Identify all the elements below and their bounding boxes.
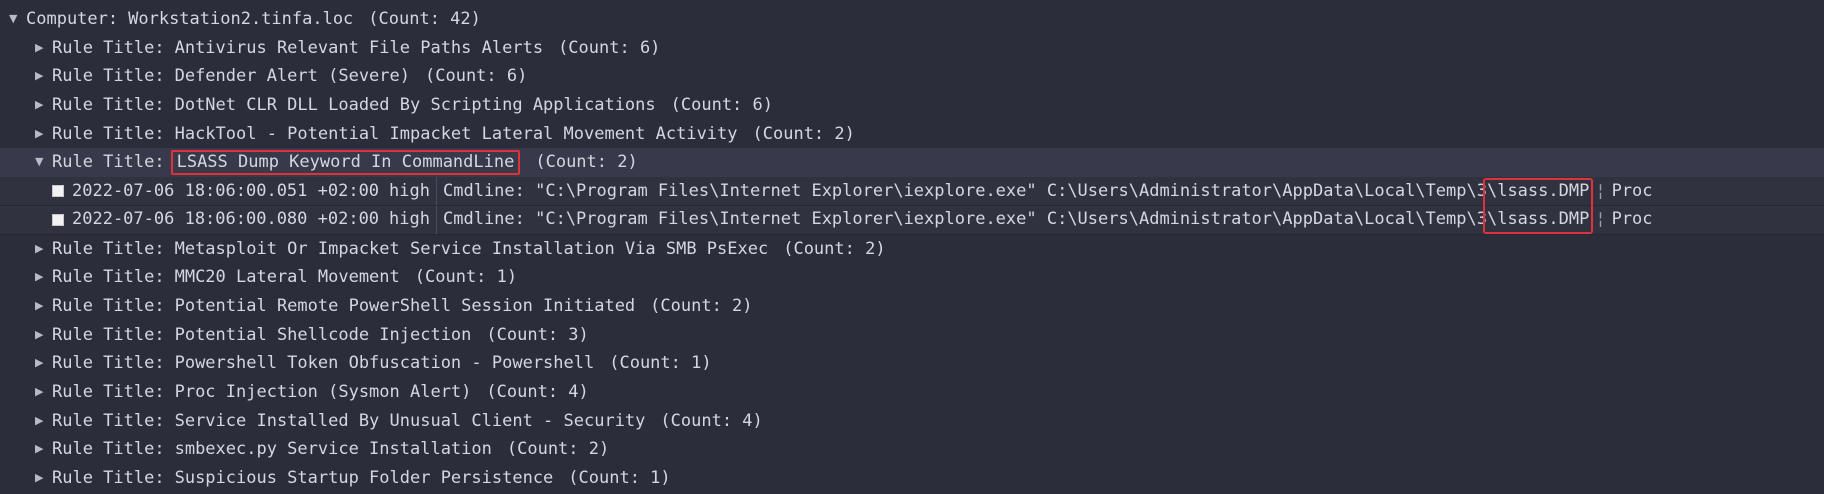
caret-right-icon[interactable]: ▶ <box>35 378 52 407</box>
tree-node-rule[interactable]: ▶ Rule Title: Defender Alert (Severe) (C… <box>0 62 1824 91</box>
event-trailing-field: Proc <box>1611 209 1653 230</box>
rule-title: MMC20 Lateral Movement <box>174 267 400 288</box>
tree-node-rule[interactable]: ▶ Rule Title: MMC20 Lateral Movement (Co… <box>0 263 1824 292</box>
event-cmdline: Cmdline: "C:\Program Files\Internet Expl… <box>443 209 1487 230</box>
caret-down-icon[interactable]: ▼ <box>35 148 52 177</box>
caret-right-icon[interactable]: ▶ <box>35 464 52 493</box>
caret-right-icon[interactable]: ▶ <box>35 120 52 149</box>
caret-right-icon[interactable]: ▶ <box>35 263 52 292</box>
computer-count: (Count: 42) <box>368 9 481 29</box>
column-divider <box>436 205 437 234</box>
field-separator: ¦ <box>1595 180 1606 201</box>
rule-label-prefix: Rule Title: <box>52 152 165 173</box>
event-tree: ▼ Computer: Workstation2.tinfa.loc (Coun… <box>0 5 1824 493</box>
event-trailing-field: Proc <box>1611 180 1653 201</box>
caret-right-icon[interactable]: ▶ <box>35 407 52 436</box>
tree-node-rule[interactable]: ▶ Rule Title: Suspicious Startup Folder … <box>0 464 1824 493</box>
caret-right-icon[interactable]: ▶ <box>35 292 52 321</box>
caret-right-icon[interactable]: ▶ <box>35 235 52 264</box>
column-divider <box>436 176 437 205</box>
caret-right-icon[interactable]: ▶ <box>35 321 52 350</box>
rule-label-prefix: Rule Title: <box>52 66 165 87</box>
rule-title: Potential Shellcode Injection <box>174 324 472 345</box>
rule-title: Metasploit Or Impacket Service Installat… <box>174 238 769 259</box>
event-timestamp: 2022-07-06 18:06:00.051 +02:00 <box>72 180 380 201</box>
rule-title: Antivirus Relevant File Paths Alerts <box>174 37 544 58</box>
rule-label-prefix: Rule Title: <box>52 267 165 288</box>
caret-down-icon[interactable]: ▼ <box>9 5 26 34</box>
tree-node-rule[interactable]: ▶ Rule Title: HackTool - Potential Impac… <box>0 120 1824 149</box>
rule-title: Service Installed By Unusual Client - Se… <box>174 410 646 431</box>
rule-count: (Count: 2) <box>506 439 610 460</box>
tree-node-computer[interactable]: ▼ Computer: Workstation2.tinfa.loc (Coun… <box>0 5 1824 34</box>
rule-label-prefix: Rule Title: <box>52 468 165 488</box>
event-timestamp: 2022-07-06 18:06:00.080 +02:00 <box>72 209 380 230</box>
caret-right-icon[interactable]: ▶ <box>35 34 52 63</box>
rule-count: (Count: 2) <box>650 295 753 316</box>
rule-label-prefix: Rule Title: <box>52 353 165 374</box>
event-level: high <box>389 180 430 201</box>
rule-title: Proc Injection (Sysmon Alert) <box>174 381 472 402</box>
rule-count: (Count: 3) <box>486 324 589 345</box>
rule-title: Powershell Token Obfuscation - Powershel… <box>174 353 595 374</box>
tree-node-rule[interactable]: ▶ Rule Title: Metasploit Or Impacket Ser… <box>0 235 1824 264</box>
rule-label-prefix: Rule Title: <box>52 381 165 402</box>
caret-right-icon[interactable]: ▶ <box>35 435 52 464</box>
rule-label-prefix: Rule Title: <box>52 238 165 259</box>
caret-right-icon[interactable]: ▶ <box>35 349 52 378</box>
rule-label-prefix: Rule Title: <box>52 95 165 116</box>
event-cmdline-highlight: \lsass.DMP <box>1486 209 1590 230</box>
rule-label-prefix: Rule Title: <box>52 324 165 345</box>
tree-node-rule[interactable]: ▶ Rule Title: Potential Shellcode Inject… <box>0 321 1824 350</box>
rule-count: (Count: 6) <box>425 66 528 87</box>
rule-label-prefix: Rule Title: <box>52 410 165 431</box>
caret-right-icon[interactable]: ▶ <box>35 91 52 120</box>
rule-label-prefix: Rule Title: <box>52 123 165 144</box>
rule-title: Suspicious Startup Folder Persistence <box>174 468 554 488</box>
rule-title: DotNet CLR DLL Loaded By Scripting Appli… <box>174 95 656 116</box>
rule-count: (Count: 2) <box>783 238 886 259</box>
event-level: high <box>389 209 430 230</box>
rule-label-prefix: Rule Title: <box>52 439 165 460</box>
rule-count: (Count: 6) <box>558 37 661 58</box>
rule-title: Potential Remote PowerShell Session Init… <box>174 295 636 316</box>
rule-count: (Count: 2) <box>535 152 638 173</box>
rule-label-prefix: Rule Title: <box>52 37 165 58</box>
rule-title-highlighted: LSASS Dump Keyword In CommandLine <box>170 150 521 176</box>
tree-node-rule[interactable]: ▶ Rule Title: smbexec.py Service Install… <box>0 435 1824 464</box>
event-checkbox[interactable] <box>52 213 64 226</box>
tree-node-rule[interactable]: ▶ Rule Title: DotNet CLR DLL Loaded By S… <box>0 91 1824 120</box>
tree-node-rule[interactable]: ▶ Rule Title: Powershell Token Obfuscati… <box>0 349 1824 378</box>
tree-node-rule[interactable]: ▶ Rule Title: Potential Remote PowerShel… <box>0 292 1824 321</box>
field-separator: ¦ <box>1595 209 1606 230</box>
rule-count: (Count: 1) <box>568 468 671 488</box>
event-cmdline: Cmdline: "C:\Program Files\Internet Expl… <box>443 180 1487 201</box>
rule-count: (Count: 2) <box>752 123 855 144</box>
rule-count: (Count: 1) <box>609 353 712 374</box>
rule-count: (Count: 1) <box>414 267 518 288</box>
computer-name: Workstation2.tinfa.loc <box>128 9 354 29</box>
rule-count: (Count: 6) <box>670 95 773 116</box>
event-row[interactable]: 2022-07-06 18:06:00.080 +02:00 high Cmdl… <box>0 205 1824 235</box>
rule-count: (Count: 4) <box>486 381 589 402</box>
tree-node-rule[interactable]: ▶ Rule Title: Service Installed By Unusu… <box>0 407 1824 436</box>
tree-node-rule[interactable]: ▶ Rule Title: Proc Injection (Sysmon Ale… <box>0 378 1824 407</box>
caret-right-icon[interactable]: ▶ <box>35 62 52 91</box>
tree-node-rule-expanded[interactable]: ▼ Rule Title: LSASS Dump Keyword In Comm… <box>0 148 1824 178</box>
rule-title: smbexec.py Service Installation <box>174 439 492 460</box>
rule-count: (Count: 4) <box>660 410 763 431</box>
tree-node-rule[interactable]: ▶ Rule Title: Antivirus Relevant File Pa… <box>0 34 1824 63</box>
rule-label-prefix: Rule Title: <box>52 295 165 316</box>
event-cmdline-highlight: \lsass.DMP <box>1486 180 1590 201</box>
computer-label-prefix: Computer: <box>26 9 119 29</box>
event-row[interactable]: 2022-07-06 18:06:00.051 +02:00 high Cmdl… <box>0 176 1824 206</box>
event-checkbox[interactable] <box>52 184 64 197</box>
rule-title: Defender Alert (Severe) <box>174 66 410 87</box>
rule-title: HackTool - Potential Impacket Lateral Mo… <box>174 123 738 144</box>
